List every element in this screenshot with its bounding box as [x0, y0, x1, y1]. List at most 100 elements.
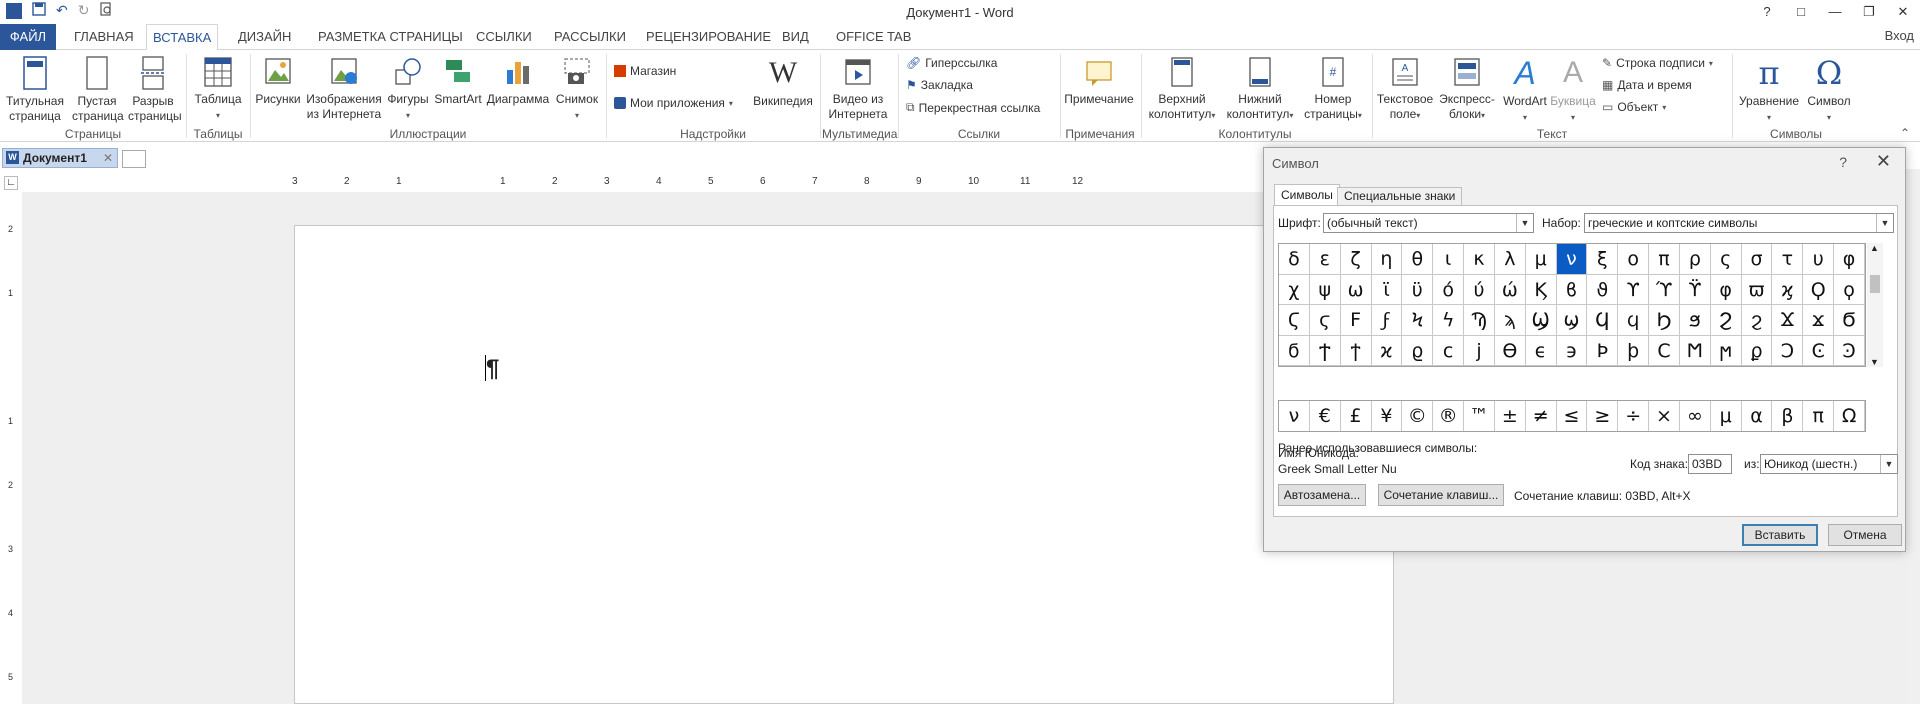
table-button[interactable]: Таблица ▾ [190, 54, 246, 123]
symbol-cell[interactable]: ϑ [1587, 274, 1619, 305]
new-tab-button[interactable] [122, 150, 146, 168]
recent-symbol-cell[interactable]: ≤ [1557, 401, 1588, 431]
symbol-cell[interactable]: ϧ [1679, 305, 1711, 336]
scroll-up-icon[interactable]: ▲ [1870, 243, 1879, 253]
symbol-cell[interactable]: ϸ [1618, 335, 1650, 366]
symbol-cell[interactable]: ϴ [1494, 335, 1526, 366]
my-apps-button[interactable]: Мои приложения ▾ [614, 96, 733, 110]
close-tab-icon[interactable]: ✕ [103, 149, 113, 167]
recent-symbol-cell[interactable]: ÷ [1618, 401, 1650, 431]
store-button[interactable]: Магазин [614, 64, 676, 78]
autocorrect-button[interactable]: Автозамена... [1278, 484, 1366, 506]
ribbon-display-button[interactable]: □ [1784, 0, 1818, 24]
symbol-grid[interactable]: δεζηθικλμνξοπρςστυφχψωϊϋόύώϏϐϑϒϓϔφϖϗϘϙϚϛ… [1278, 243, 1866, 367]
page-break-button[interactable]: Разрыв страницы [128, 54, 182, 124]
symbol-cell[interactable]: δ [1279, 244, 1310, 275]
blank-page-button[interactable]: Пустая страница [72, 54, 124, 124]
symbol-cell[interactable]: Ϩ [1710, 305, 1742, 336]
symbol-cell[interactable]: ψ [1309, 274, 1341, 305]
symbol-cell[interactable]: ϟ [1433, 305, 1465, 336]
object-button[interactable]: ▭ Объект ▾ [1602, 100, 1666, 114]
recent-symbol-cell[interactable]: € [1310, 401, 1341, 431]
tab-references[interactable]: ССЫЛКИ [470, 24, 538, 50]
symbol-cell[interactable]: ϗ [1772, 274, 1804, 305]
symbol-cell[interactable]: ϲ [1433, 335, 1465, 366]
bookmark-button[interactable]: ⚑ Закладка [906, 78, 973, 92]
symbol-cell[interactable]: ϔ [1679, 274, 1711, 305]
online-video-button[interactable]: Видео из Интернета [824, 54, 892, 122]
symbol-cell[interactable]: υ [1803, 244, 1835, 275]
symbol-cell[interactable]: ύ [1464, 274, 1495, 305]
symbol-cell[interactable]: ν [1556, 244, 1588, 275]
recent-symbol-cell[interactable]: Ω [1834, 401, 1865, 431]
recent-symbol-cell[interactable]: £ [1341, 401, 1372, 431]
signature-line-button[interactable]: ✎ Строка подписи ▾ [1602, 56, 1713, 70]
symbol-cell[interactable]: ϰ [1371, 335, 1403, 366]
symbol-cell[interactable]: Ϙ [1803, 274, 1835, 305]
recent-symbol-cell[interactable]: ¥ [1372, 401, 1403, 431]
text-box-button[interactable]: A Текстовое поле▾ [1374, 54, 1436, 123]
symbol-cell[interactable]: ϯ [1340, 335, 1372, 366]
symbol-cell[interactable]: χ [1279, 274, 1310, 305]
tab-mailings[interactable]: РАССЫЛКИ [548, 24, 632, 50]
cancel-button[interactable]: Отмена [1828, 524, 1902, 546]
close-window-button[interactable]: ✕ [1886, 0, 1920, 24]
symbol-cell[interactable]: Ϣ [1525, 305, 1557, 336]
comment-button[interactable]: Примечание [1062, 54, 1136, 107]
symbol-cell[interactable]: κ [1464, 244, 1495, 275]
symbol-cell[interactable]: ε [1309, 244, 1341, 275]
date-time-button[interactable]: ▦ Дата и время [1602, 78, 1692, 92]
help-button[interactable]: ? [1750, 0, 1784, 24]
symbol-cell[interactable]: σ [1741, 244, 1773, 275]
symbol-cell[interactable]: ξ [1587, 244, 1619, 275]
symbol-cell[interactable]: η [1371, 244, 1403, 275]
symbol-cell[interactable]: ϝ [1371, 305, 1403, 336]
symbol-cell[interactable]: Ͻ [1772, 335, 1804, 366]
restore-button[interactable]: ❐ [1852, 0, 1886, 24]
symbol-cell[interactable]: ζ [1340, 244, 1372, 275]
symbol-cell[interactable]: Ϭ [1834, 305, 1865, 336]
symbol-cell[interactable]: Ϧ [1649, 305, 1680, 336]
shapes-button[interactable]: Фигуры ▾ [384, 54, 432, 123]
minimize-button[interactable]: — [1818, 0, 1852, 24]
symbol-cell[interactable]: Ϗ [1525, 274, 1557, 305]
recent-symbol-cell[interactable]: × [1649, 401, 1680, 431]
tab-view[interactable]: ВИД [776, 24, 815, 50]
symbol-cell[interactable]: ϋ [1402, 274, 1434, 305]
tab-design[interactable]: ДИЗАЙН [232, 24, 297, 50]
font-select[interactable]: (обычный текст) ▼ [1323, 213, 1534, 233]
symbol-cell[interactable]: ϵ [1525, 335, 1557, 366]
recent-symbol-cell[interactable]: © [1402, 401, 1434, 431]
symbol-cell[interactable]: ϶ [1556, 335, 1588, 366]
char-code-input[interactable]: 03BD [1688, 454, 1732, 474]
recent-symbol-cell[interactable]: π [1803, 401, 1835, 431]
pictures-button[interactable]: Рисунки [253, 54, 303, 107]
tab-insert[interactable]: ВСТАВКА [146, 24, 219, 51]
symbol-cell[interactable]: ώ [1494, 274, 1526, 305]
header-button[interactable]: Верхний колонтитул▾ [1144, 54, 1220, 123]
cross-reference-button[interactable]: ⧉ Перекрестная ссылка [906, 100, 1040, 115]
quick-parts-button[interactable]: Экспресс- блоки▾ [1436, 54, 1498, 123]
footer-button[interactable]: Нижний колонтитул▾ [1222, 54, 1298, 123]
symbol-cell[interactable]: ς [1710, 244, 1742, 275]
hyperlink-button[interactable]: 🔗︎ Гиперссылка [906, 56, 997, 70]
subset-select[interactable]: греческие и коптские символы ▼ [1584, 213, 1894, 233]
symbol-cell[interactable]: ϼ [1741, 335, 1773, 366]
screenshot-button[interactable]: Снимок ▾ [552, 54, 602, 123]
symbol-cell[interactable]: ϐ [1556, 274, 1588, 305]
recent-symbol-cell[interactable]: ™ [1464, 401, 1495, 431]
symbol-cell[interactable]: ϻ [1710, 335, 1742, 366]
shortcut-key-button[interactable]: Сочетание клавиш... [1378, 484, 1504, 506]
symbol-cell[interactable]: Ϻ [1679, 335, 1711, 366]
collapse-ribbon-icon[interactable]: ⌃ [1900, 126, 1910, 140]
symbol-cell[interactable]: ϭ [1279, 335, 1310, 366]
vertical-ruler[interactable]: 2 1 1 2 3 4 5 [6, 220, 18, 704]
symbol-cell[interactable]: ρ [1679, 244, 1711, 275]
recent-symbol-cell[interactable]: β [1772, 401, 1804, 431]
symbol-cell[interactable]: ϖ [1741, 274, 1773, 305]
symbol-cell[interactable]: Ͽ [1834, 335, 1865, 366]
tab-file[interactable]: ФАЙЛ [0, 24, 56, 50]
from-select[interactable]: Юникод (шестн.) ▼ [1760, 454, 1898, 474]
page-number-button[interactable]: # Номер страницы▾ [1300, 54, 1366, 123]
symbol-cell[interactable]: Ϲ [1649, 335, 1680, 366]
